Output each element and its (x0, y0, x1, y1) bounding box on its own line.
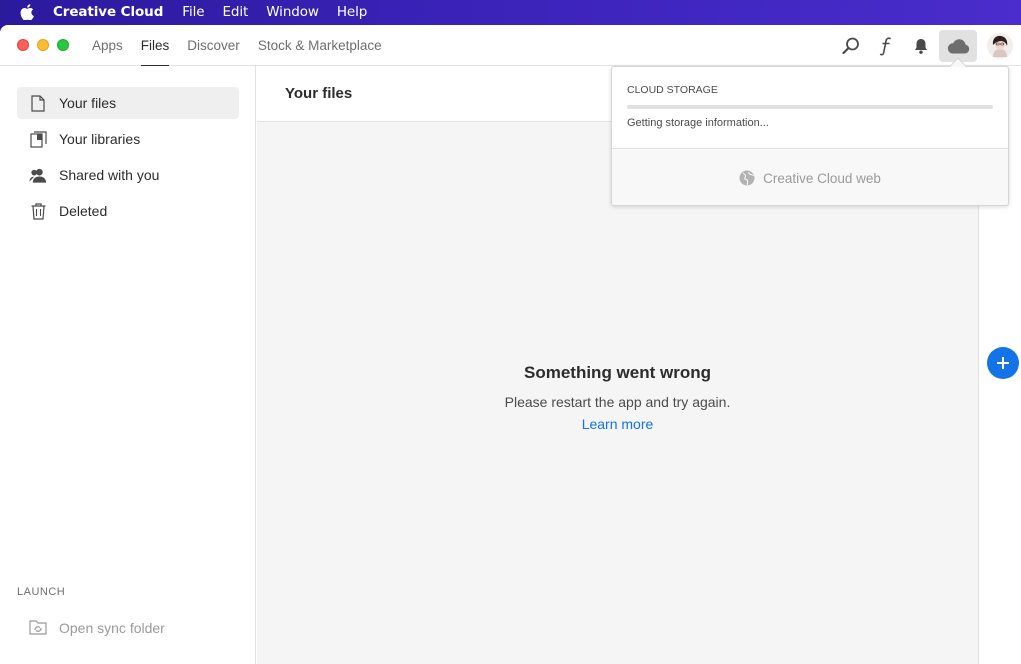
fonts-button[interactable] (869, 29, 903, 63)
launch-section-label: LAUNCH (17, 586, 66, 598)
top-bar-icons (833, 25, 1021, 66)
avatar[interactable] (987, 32, 1013, 59)
trash-icon (29, 202, 47, 220)
cloud-storage-label: CLOUD STORAGE (627, 84, 718, 96)
menu-edit[interactable]: Edit (222, 4, 248, 20)
error-message: Something went wrong Please restart the … (257, 363, 978, 432)
top-bar: Apps Files Discover Stock & Marketplace (0, 25, 1021, 67)
search-icon (842, 37, 859, 54)
creative-cloud-web-link[interactable]: Creative Cloud web (612, 170, 1008, 186)
sidebar-item-label: Deleted (59, 203, 108, 219)
apple-menu-icon[interactable] (20, 4, 34, 20)
fonts-icon (879, 36, 891, 56)
people-icon (29, 166, 47, 184)
error-description: Please restart the app and try again. (504, 394, 731, 410)
menu-window[interactable]: Window (266, 4, 319, 20)
sidebar-item-label: Your files (59, 95, 117, 111)
menu-help[interactable]: Help (337, 4, 367, 20)
tab-stock-marketplace[interactable]: Stock & Marketplace (258, 25, 382, 66)
storage-section: CLOUD STORAGE Getting storage informatio… (612, 67, 1008, 149)
storage-status: Getting storage information... (627, 117, 769, 129)
sidebar: Your files Your libraries Shared with yo… (0, 66, 256, 664)
search-button[interactable] (834, 29, 868, 63)
plus-icon (997, 357, 1009, 369)
add-button[interactable] (987, 347, 1019, 379)
minimize-window-button[interactable] (37, 39, 49, 51)
storage-progress-bar (627, 105, 993, 109)
notifications-button[interactable] (904, 29, 938, 63)
learn-more-link[interactable]: Learn more (257, 416, 978, 432)
sync-folder-label: Open sync folder (59, 620, 165, 636)
main-tabs: Apps Files Discover Stock & Marketplace (92, 25, 400, 67)
open-sync-folder-button[interactable]: Open sync folder (29, 619, 165, 637)
window-controls (17, 39, 69, 51)
sidebar-item-label: Your libraries (59, 131, 141, 147)
close-window-button[interactable] (17, 39, 29, 51)
tab-apps[interactable]: Apps (92, 25, 123, 66)
sidebar-item-label: Shared with you (59, 167, 160, 183)
page-title: Your files (285, 85, 353, 102)
zoom-window-button[interactable] (57, 39, 69, 51)
cloud-icon (947, 38, 970, 53)
menu-app-name[interactable]: Creative Cloud (53, 4, 163, 20)
libraries-icon (29, 130, 47, 148)
sidebar-item-your-libraries[interactable]: Your libraries (17, 123, 239, 155)
error-title: Something went wrong (524, 363, 711, 382)
sidebar-item-deleted[interactable]: Deleted (17, 195, 239, 227)
menu-file[interactable]: File (182, 4, 204, 20)
globe-icon (739, 170, 755, 186)
tab-discover[interactable]: Discover (187, 25, 240, 66)
web-link-label: Creative Cloud web (763, 170, 881, 186)
macos-menu-bar: Creative Cloud File Edit Window Help (0, 0, 1021, 24)
sidebar-item-your-files[interactable]: Your files (17, 87, 239, 119)
bell-icon (915, 38, 927, 54)
file-icon (29, 94, 47, 112)
tab-files[interactable]: Files (140, 25, 169, 67)
cloud-storage-popover: CLOUD STORAGE Getting storage informatio… (611, 57, 1009, 206)
sync-folder-icon (29, 619, 47, 637)
sidebar-item-shared-with-you[interactable]: Shared with you (17, 159, 239, 191)
